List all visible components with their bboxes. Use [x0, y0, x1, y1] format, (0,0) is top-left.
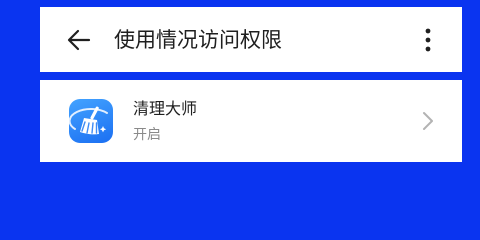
app-bar: 使用情况访问权限: [40, 7, 462, 72]
app-status: 开启: [133, 127, 161, 143]
more-vertical-icon: [425, 28, 431, 52]
app-list: 清理大师 开启: [40, 80, 462, 162]
chevron-right-icon: [423, 112, 433, 130]
arrow-left-icon: [67, 29, 91, 51]
page-title: 使用情况访问权限: [114, 28, 282, 52]
more-options-button[interactable]: [416, 24, 440, 56]
broom-cleaner-icon: [69, 99, 113, 143]
back-button[interactable]: [64, 25, 94, 55]
list-item-app[interactable]: 清理大师 开启: [40, 80, 462, 162]
app-name: 清理大师: [133, 99, 198, 118]
